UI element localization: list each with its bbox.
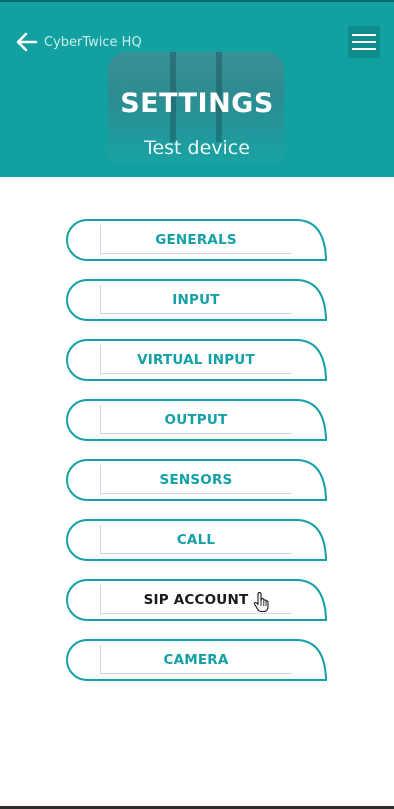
- virtual-input-button[interactable]: VIRTUAL INPUT: [66, 339, 328, 381]
- hamburger-menu-icon: [352, 33, 376, 51]
- hand-pointer-cursor-icon: [253, 592, 269, 612]
- page-subtitle: Test device: [144, 137, 250, 159]
- output-button[interactable]: OUTPUT: [66, 399, 328, 441]
- camera-label: CAMERA: [163, 652, 229, 668]
- page-title: SETTINGS: [120, 88, 274, 119]
- back-label: CyberTwice HQ: [44, 34, 142, 50]
- virtual-input-label: VIRTUAL INPUT: [137, 352, 255, 368]
- back-button[interactable]: CyberTwice HQ: [14, 28, 142, 56]
- menu-button[interactable]: [348, 26, 380, 58]
- call-button[interactable]: CALL: [66, 519, 328, 561]
- sip-account-label: SIP ACCOUNT: [143, 592, 249, 608]
- header-bar: CyberTwice HQ SETTINGS Test device: [0, 0, 394, 177]
- input-button[interactable]: INPUT: [66, 279, 328, 321]
- sensors-label: SENSORS: [159, 472, 233, 488]
- generals-button[interactable]: GENERALS: [66, 219, 328, 261]
- input-label: INPUT: [172, 292, 220, 308]
- status-line: [0, 0, 394, 2]
- camera-button[interactable]: CAMERA: [66, 639, 328, 681]
- sensors-button[interactable]: SENSORS: [66, 459, 328, 501]
- arrow-left-icon: [14, 29, 40, 55]
- generals-label: GENERALS: [155, 232, 237, 248]
- call-label: CALL: [176, 532, 216, 548]
- output-label: OUTPUT: [164, 412, 228, 428]
- sip-account-button[interactable]: SIP ACCOUNT: [66, 579, 328, 621]
